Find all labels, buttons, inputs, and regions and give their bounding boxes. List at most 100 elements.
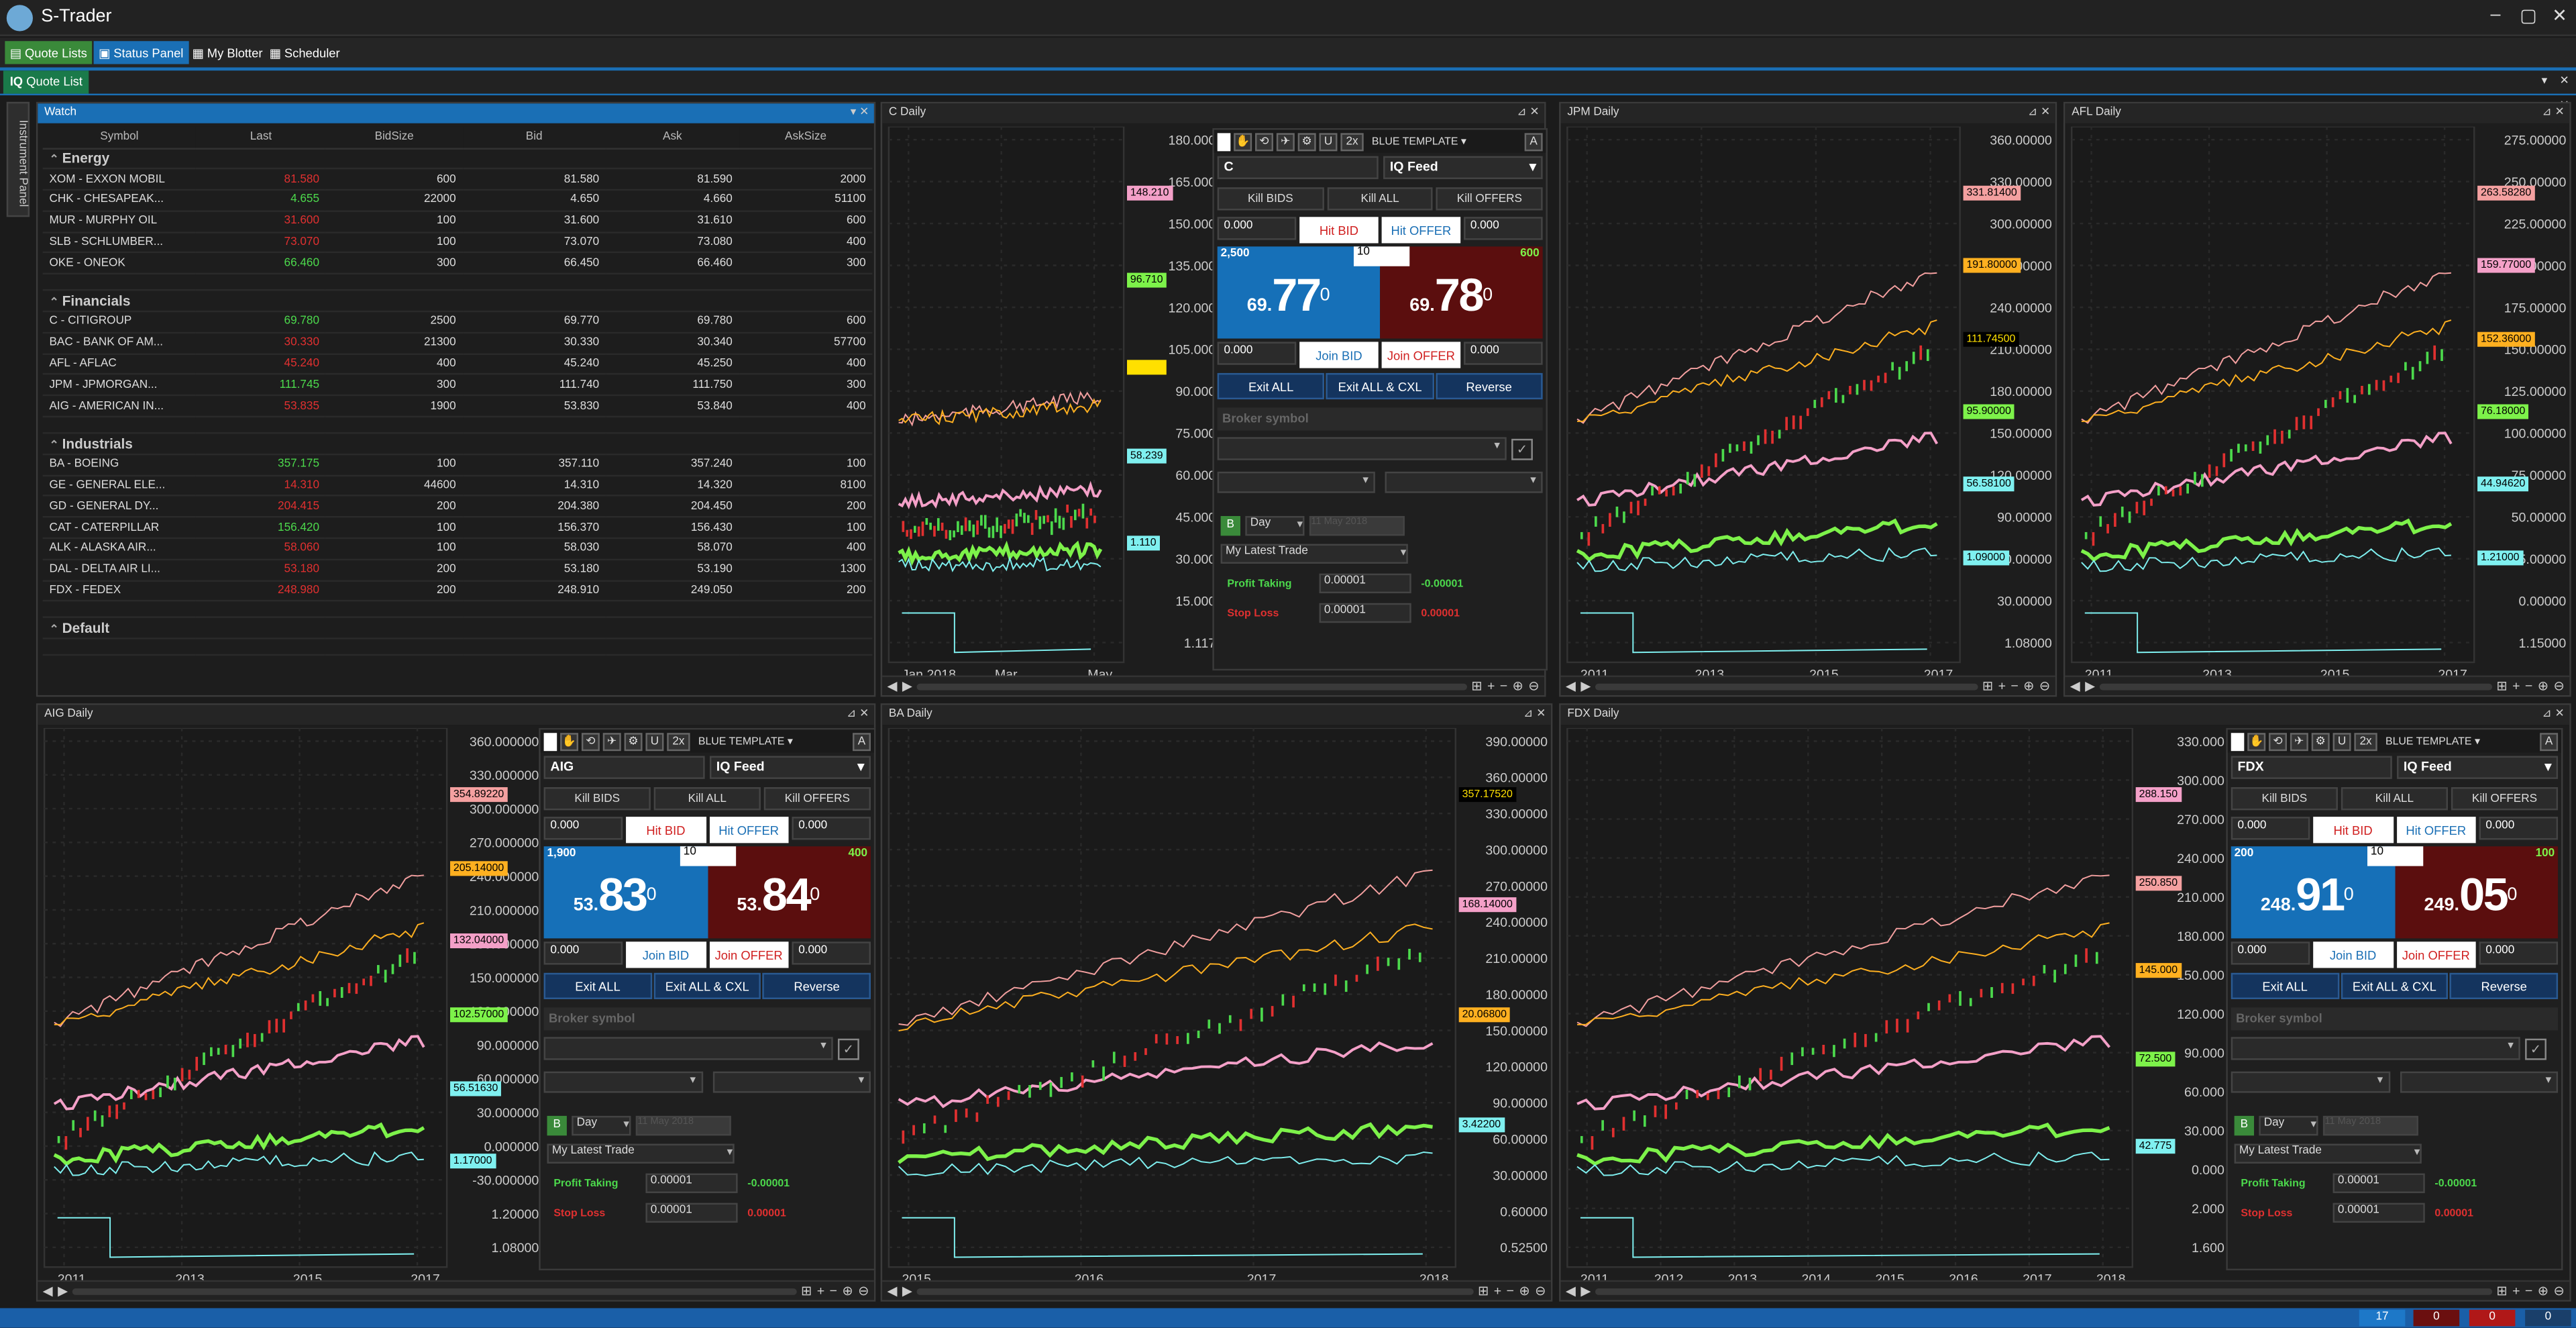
zoom-control-icon[interactable]: ⊞ (801, 1284, 812, 1298)
maximize-icon[interactable]: ▢ (2514, 5, 2543, 26)
pin-icon[interactable]: ▾ (2542, 74, 2548, 87)
table-row[interactable]: AIG - AMERICAN IN... 53.835 1900 53.830 53.8… (42, 395, 873, 418)
zoom-control-icon[interactable]: ⊖ (2039, 678, 2050, 693)
scroll-track[interactable] (917, 682, 1466, 690)
exit-all-button[interactable]: Exit ALL (543, 972, 652, 999)
zoom-control-icon[interactable]: ⊕ (1513, 678, 1523, 693)
scroll-arrow-icon[interactable]: ◀ (887, 1284, 897, 1298)
status-panel-button[interactable]: ▣ Status Panel (93, 41, 189, 64)
date-field[interactable]: 11 May 2018 (2322, 1115, 2418, 1136)
checkbox-icon[interactable]: ✓ (837, 1037, 859, 1060)
b-button[interactable]: B (547, 1115, 567, 1136)
zoom-control-icon[interactable]: ⊞ (1982, 678, 1993, 693)
quantity-stepper[interactable]: 10 (1353, 246, 1410, 266)
tool-icon[interactable]: ✋ (1234, 132, 1252, 151)
table-row[interactable]: MUR - MURPHY OIL 31.600 100 31.600 31.610 600 (42, 211, 873, 233)
hit-bid-button[interactable]: Hit BID (1299, 217, 1379, 244)
group-row[interactable]: ⌃ Energy (42, 148, 873, 170)
route-select[interactable]: ▾ (543, 1071, 702, 1093)
watch-pin-icon[interactable]: ▾ ✕ (851, 105, 869, 118)
stop-loss-input[interactable]: 0.00001 (645, 1203, 738, 1223)
2x-button[interactable]: 2x (667, 732, 690, 750)
scroll-arrow-icon[interactable]: ◀ (2070, 678, 2080, 693)
zoom-control-icon[interactable]: + (2512, 1284, 2520, 1298)
join-bid-button[interactable]: Join BID (626, 941, 706, 968)
zoom-control-icon[interactable]: − (2525, 678, 2532, 693)
stop-loss-input[interactable]: 0.00001 (2332, 1203, 2425, 1223)
broker-select[interactable]: ▾ (543, 1037, 833, 1060)
offer-price-input[interactable]: 0.000 (1464, 217, 1543, 240)
column-header[interactable]: Last (196, 126, 326, 149)
panel-controls-icon[interactable]: ⊿ ✕ (2542, 707, 2565, 720)
hit-bid-button[interactable]: Hit BID (2313, 817, 2393, 844)
panel-controls-icon[interactable]: ⊿ ✕ (2542, 105, 2565, 118)
group-row[interactable]: ⌃ Financials (42, 290, 873, 313)
my-blotter-button[interactable]: ▦ My Blotter (187, 41, 268, 64)
tool-icon[interactable]: ⟲ (581, 732, 600, 750)
offer-price-input[interactable]: 0.000 (792, 817, 871, 840)
exit-all-cxl-button[interactable]: Exit ALL & CXL (653, 972, 761, 999)
tool-icon[interactable]: ✈ (2290, 732, 2308, 750)
zoom-control-icon[interactable]: ⊖ (1535, 1284, 1546, 1298)
zoom-control-icon[interactable]: ⊕ (2538, 678, 2548, 693)
quote-lists-button[interactable]: ▤ Quote Lists (5, 41, 93, 64)
2x-button[interactable]: 2x (2354, 732, 2377, 750)
scroll-arrow-icon[interactable]: ▶ (1580, 678, 1591, 693)
account-select[interactable]: ▾ (712, 1071, 871, 1093)
account-select[interactable]: ▾ (1385, 471, 1543, 493)
table-row[interactable]: DAL - DELTA AIR LI... 53.180 200 53.180 53.1… (42, 559, 873, 582)
font-icon[interactable]: A (2540, 732, 2559, 750)
scroll-arrow-icon[interactable]: ▶ (1580, 1284, 1591, 1298)
join-offer-price-input[interactable]: 0.000 (792, 941, 871, 965)
column-header[interactable]: Ask (605, 126, 739, 149)
table-row[interactable]: OKE - ONEOK 66.460 300 66.450 66.460 300 (42, 253, 873, 275)
broker-select[interactable]: ▾ (2231, 1037, 2520, 1060)
tool-icon[interactable]: ⟲ (1255, 132, 1273, 151)
chart-scrollbar[interactable]: ◀ ▶ ⊞ + − ⊕ ⊖ (882, 675, 1545, 695)
close-icon[interactable]: ✕ (2545, 5, 2575, 26)
table-row[interactable]: FDX - FEDEX 248.980 200 248.910 249.050 200 (42, 580, 873, 603)
kill-all-button[interactable]: Kill ALL (1326, 187, 1434, 211)
zoom-control-icon[interactable]: ⊕ (842, 1284, 853, 1298)
zoom-control-icon[interactable]: ⊕ (1519, 1284, 1529, 1298)
u-button[interactable]: U (1319, 132, 1338, 151)
scroll-track[interactable] (72, 1287, 796, 1294)
scroll-arrow-icon[interactable]: ▶ (902, 1284, 912, 1298)
zoom-control-icon[interactable]: + (1494, 1284, 1501, 1298)
zoom-control-icon[interactable]: ⊖ (2553, 1284, 2564, 1298)
exit-all-cxl-button[interactable]: Exit ALL & CXL (1326, 372, 1434, 400)
route-select[interactable]: ▾ (2231, 1071, 2390, 1093)
kill-offers-button[interactable]: Kill OFFERS (1436, 187, 1543, 211)
kill-all-button[interactable]: Kill ALL (653, 787, 761, 811)
feed-select[interactable]: IQ Feed ▾ (709, 756, 871, 779)
column-header[interactable]: AskSize (739, 126, 873, 149)
font-icon[interactable]: A (853, 732, 871, 750)
table-row[interactable]: XOM - EXXON MOBIL 81.580 600 81.580 81.590 20… (42, 168, 873, 191)
join-bid-button[interactable]: Join BID (1299, 342, 1379, 368)
table-row[interactable]: JPM - JPMORGAN... 111.745 300 111.740 111.75… (42, 374, 873, 397)
table-row[interactable]: BAC - BANK OF AM... 30.330 21300 30.330 30.3… (42, 332, 873, 355)
color-swatch[interactable] (1217, 132, 1231, 151)
font-icon[interactable]: A (1524, 132, 1543, 151)
scroll-track[interactable] (1595, 1287, 2492, 1294)
zoom-control-icon[interactable]: ⊞ (1478, 1284, 1489, 1298)
tool-icon[interactable]: ✈ (602, 732, 621, 750)
zoom-control-icon[interactable]: − (1500, 678, 1507, 693)
column-header[interactable]: BidSize (325, 126, 463, 149)
scroll-arrow-icon[interactable]: ◀ (1566, 678, 1576, 693)
tif-select[interactable]: Day ▾ (1245, 515, 1305, 536)
table-row[interactable]: C - CITIGROUP 69.780 2500 69.770 69.780 600 (42, 311, 873, 334)
bid-price-input[interactable]: 0.000 (1217, 217, 1297, 240)
zoom-control-icon[interactable]: + (2512, 678, 2520, 693)
join-bid-button[interactable]: Join BID (2313, 941, 2393, 968)
quantity-stepper[interactable]: 10 (2367, 846, 2424, 866)
zoom-control-icon[interactable]: ⊞ (1471, 678, 1482, 693)
color-swatch[interactable] (2231, 732, 2245, 750)
zoom-control-icon[interactable]: ⊖ (858, 1284, 869, 1298)
bid-price-input[interactable]: 0.000 (2231, 817, 2310, 840)
reverse-button[interactable]: Reverse (1435, 372, 1543, 400)
zoom-control-icon[interactable]: − (830, 1284, 837, 1298)
tool-icon[interactable]: ⟲ (2269, 732, 2288, 750)
panel-controls-icon[interactable]: ⊿ ✕ (1523, 707, 1546, 720)
table-row[interactable]: ALK - ALASKA AIR... 58.060 100 58.030 58.070… (42, 538, 873, 560)
